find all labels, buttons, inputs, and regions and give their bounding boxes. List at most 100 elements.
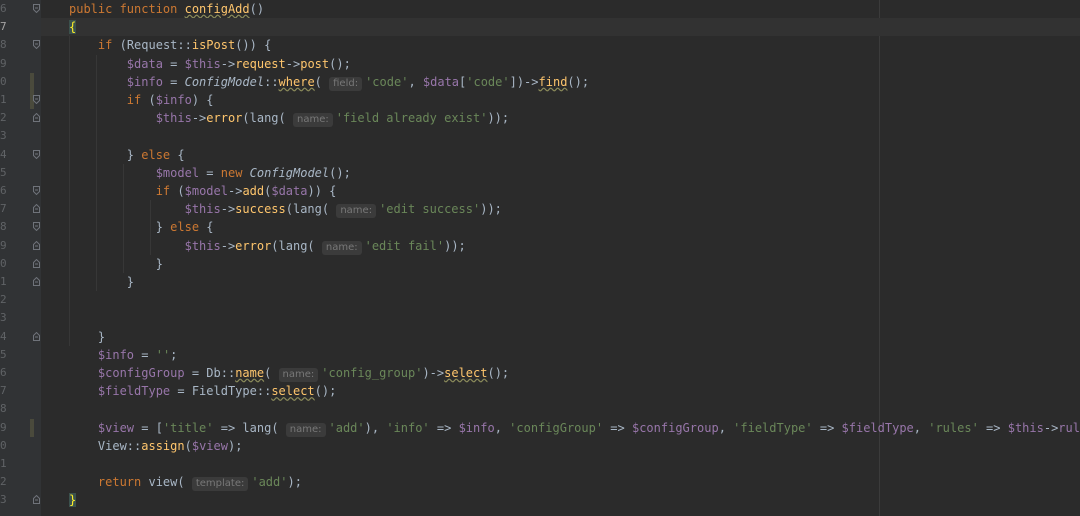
code-editor[interactable]: 6 public function configAdd() 7{8 if (Requ…: [0, 0, 1080, 516]
code-line[interactable]: 8: [0, 400, 1080, 418]
code-line[interactable]: 2 $this->error(lang( name:'field already…: [0, 109, 1080, 128]
code-text: ->: [285, 56, 301, 71]
string-token: 'config_group': [321, 366, 423, 380]
variable-token: $model: [155, 165, 200, 180]
code-line[interactable]: 9 $view = ['title' => lang( name:'add'),…: [0, 418, 1080, 437]
code-content: $this->success(lang( name:'edit success'…: [69, 200, 502, 219]
code-text: view(: [148, 475, 192, 490]
function-token: select: [444, 366, 488, 380]
fold-open-icon[interactable]: [33, 186, 40, 195]
code-line[interactable]: 4 } else {: [0, 146, 1080, 164]
code-text: }: [69, 329, 106, 344]
line-number: 6: [0, 2, 7, 15]
fold-open-icon[interactable]: [33, 222, 40, 232]
code-line[interactable]: 0 $info = ConfigModel::where( field:'cod…: [0, 72, 1080, 91]
code-line[interactable]: 6 $configGroup = Db::name( name:'config_…: [0, 364, 1080, 382]
code-text: ->: [227, 184, 243, 198]
code-text: ();: [567, 74, 590, 89]
code-text: ,: [718, 420, 734, 435]
keyword-token: else: [141, 147, 178, 162]
code-line[interactable]: 7{: [0, 18, 1080, 37]
fold-open-icon[interactable]: [33, 149, 40, 159]
code-text: (: [264, 366, 279, 380]
code-line[interactable]: 7 $fieldType = FieldType::select();: [0, 382, 1080, 400]
code-content: View::assign($view);: [69, 437, 243, 455]
fold-close-icon[interactable]: [33, 258, 40, 268]
code-content: return view( template:'add');: [69, 473, 302, 492]
code-content: } else {: [69, 146, 185, 164]
fold-close-icon[interactable]: [33, 204, 40, 214]
code-line[interactable]: 3: [0, 309, 1080, 327]
code-line[interactable]: 0 View::assign($view);: [0, 437, 1080, 455]
function-token: configAdd: [184, 2, 250, 16]
fold-open-icon[interactable]: [33, 95, 40, 104]
line-number: 6: [0, 184, 7, 197]
code-text: ;: [170, 347, 178, 362]
parameter-hint: name:: [285, 422, 326, 437]
string-token: '': [155, 347, 171, 362]
string-token: 'add': [328, 420, 365, 435]
code-text: ->: [191, 111, 207, 126]
code-line[interactable]: 6 public function configAdd(): [0, 0, 1080, 18]
code-line[interactable]: 3}: [0, 491, 1080, 509]
code-line[interactable]: 6 if ($model->add($data)) {: [0, 182, 1080, 200]
code-line[interactable]: 8 } else {: [0, 218, 1080, 236]
code-line[interactable]: 9 $data = $this->request->post();: [0, 55, 1080, 73]
code-line[interactable]: 5 $info = '';: [0, 346, 1080, 364]
parameter-hint: name:: [336, 204, 377, 219]
variable-token: $fieldType: [97, 384, 171, 399]
code-line[interactable]: 8 if (Request::isPost()) {: [0, 36, 1080, 54]
function-token: error: [206, 111, 243, 126]
function-token: where: [278, 74, 315, 89]
code-line[interactable]: 2 return view( template:'add');: [0, 473, 1080, 492]
code-content: {: [69, 18, 77, 36]
code-text: ::: [264, 74, 279, 89]
code-line[interactable]: 1: [0, 455, 1080, 473]
code-line[interactable]: 7 $this->success(lang( name:'edit succes…: [0, 200, 1080, 219]
indent-guide: [69, 36, 70, 346]
fold-open-icon[interactable]: [33, 40, 40, 50]
code-line[interactable]: 1 if ($info) {: [0, 91, 1080, 109]
line-number: 0: [0, 256, 7, 270]
fold-close-icon[interactable]: [33, 495, 40, 505]
code-line[interactable]: 3: [0, 127, 1080, 145]
variable-token: $fieldType: [841, 420, 914, 435]
change-marker: [30, 418, 34, 437]
indent-guide: [150, 200, 151, 237]
code-line[interactable]: 0 }: [0, 255, 1080, 273]
code-line[interactable]: 4 }: [0, 328, 1080, 346]
code-content: if ($model->add($data)) {: [69, 182, 337, 200]
code-content: $fieldType = FieldType::select();: [69, 382, 336, 400]
code-line[interactable]: 5 $model = new ConfigModel();: [0, 164, 1080, 182]
line-number: 3: [0, 129, 7, 143]
fold-close-icon[interactable]: [33, 277, 40, 286]
line-number: 9: [0, 238, 7, 252]
fold-close-icon[interactable]: [33, 240, 40, 250]
function-token: select: [271, 384, 315, 399]
line-number: 5: [0, 347, 7, 361]
string-token: 'edit fail': [364, 238, 445, 253]
code-text: ();: [329, 56, 351, 71]
code-line[interactable]: 1 }: [0, 273, 1080, 291]
code-text: ();: [487, 366, 510, 380]
code-content: if (Request::isPost()) {: [69, 36, 271, 54]
variable-token: $this: [184, 56, 221, 71]
string-token: 'info': [386, 420, 430, 435]
variable-token: $info: [155, 93, 192, 107]
fold-close-icon[interactable]: [33, 331, 40, 341]
line-number: 7: [0, 20, 7, 34]
code-text: ));: [480, 202, 502, 217]
code-text: }: [69, 220, 171, 235]
fold-open-icon[interactable]: [33, 4, 40, 13]
variable-token: $view: [97, 420, 135, 435]
string-token: 'add': [251, 475, 288, 490]
code-line[interactable]: 2: [0, 291, 1080, 309]
code-text: = Db::: [184, 366, 236, 380]
code-line[interactable]: 9 $this->error(lang( name:'edit fail'));: [0, 237, 1080, 255]
code-text: ,: [913, 420, 929, 435]
keyword-token: else: [170, 220, 207, 235]
fold-close-icon[interactable]: [33, 113, 40, 123]
